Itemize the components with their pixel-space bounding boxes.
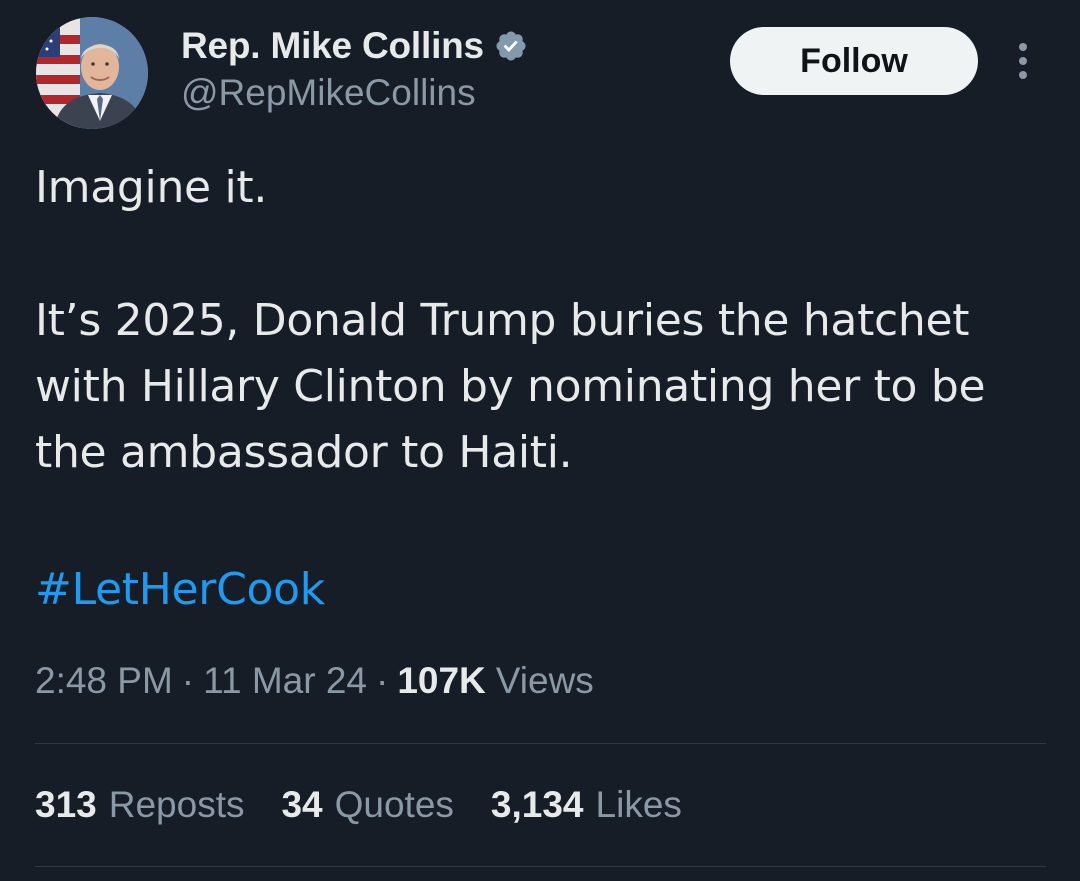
tweet-time[interactable]: 2:48 PM [35, 660, 173, 702]
more-vertical-icon[interactable] [1009, 40, 1037, 82]
tweet-line: with Hillary Clinton by nominating her t… [35, 361, 986, 412]
views-label: Views [495, 660, 594, 701]
follow-button[interactable]: Follow [730, 27, 978, 95]
author-display-name[interactable]: Rep. Mike Collins [181, 25, 484, 67]
engagement-stats: 313 Reposts 34 Quotes 3,134 Likes [35, 784, 719, 826]
verified-badge-icon[interactable] [494, 29, 528, 63]
hashtag-link[interactable]: #LetHerCook [35, 557, 325, 623]
tweet-paragraph: Imagine it. [35, 162, 268, 213]
stat-label: Quotes [334, 784, 454, 825]
tweet-date[interactable]: 11 Mar 24 [203, 660, 367, 702]
avatar[interactable] [36, 17, 148, 129]
tweet-line: It’s 2025, Donald Trump buries the hatch… [35, 295, 970, 346]
divider [35, 866, 1046, 867]
tweet: Rep. Mike Collins @RepMikeCollins Follow… [0, 0, 1080, 881]
profile-photo-icon [36, 17, 148, 129]
author-name-row[interactable]: Rep. Mike Collins [181, 24, 528, 68]
stat-count: 34 [281, 784, 323, 825]
author-handle[interactable]: @RepMikeCollins [181, 72, 476, 114]
stat-label: Reposts [108, 784, 245, 825]
stat-likes[interactable]: 3,134 Likes [491, 784, 682, 826]
stat-label: Likes [595, 784, 682, 825]
tweet-text: Imagine it. It’s 2025, Donald Trump buri… [35, 155, 1065, 486]
divider [35, 743, 1046, 744]
views-count: 107K [397, 660, 486, 701]
stat-reposts[interactable]: 313 Reposts [35, 784, 244, 826]
tweet-meta: 2:48 PM · 11 Mar 24 · 107K Views [35, 660, 594, 702]
stat-count: 3,134 [490, 784, 584, 825]
meta-separator: · [181, 660, 195, 701]
stat-count: 313 [35, 784, 97, 825]
stat-quotes[interactable]: 34 Quotes [281, 784, 453, 826]
meta-separator: · [375, 660, 389, 701]
tweet-line: the ambassador to Haiti. [35, 427, 573, 478]
